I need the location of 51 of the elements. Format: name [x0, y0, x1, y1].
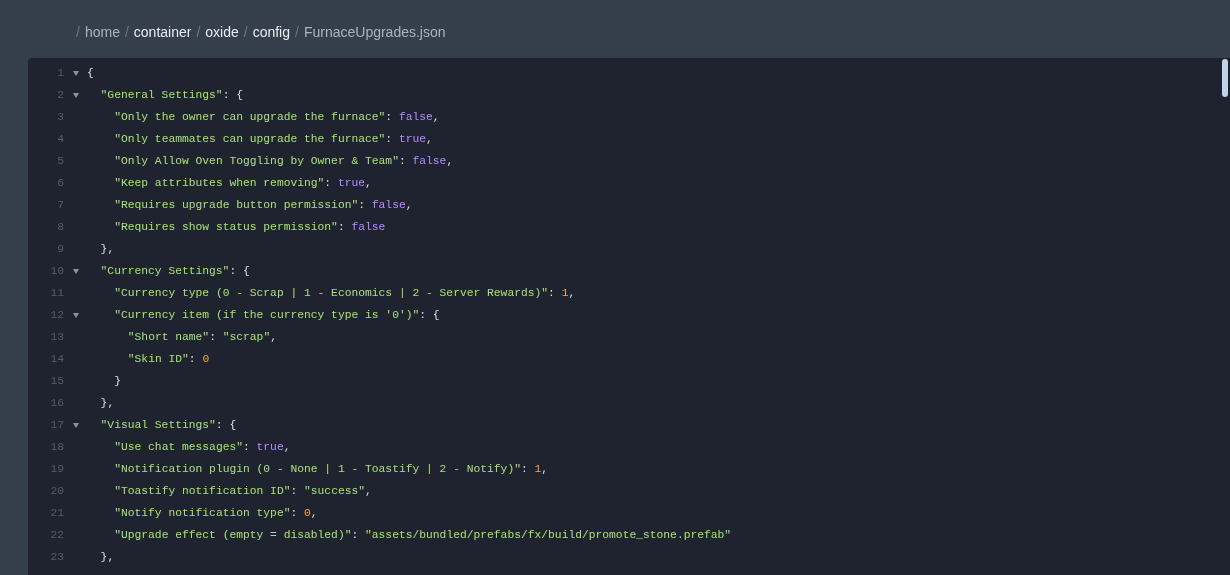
line-number: 10 [50, 263, 64, 279]
line-number: 7 [57, 197, 64, 213]
code-line: }, [100, 241, 115, 257]
line-number: 4 [57, 131, 64, 147]
path-separator: / [76, 22, 80, 42]
breadcrumb-text: home [84, 22, 120, 42]
code-line: "Upgrade effect (empty = disabled)": "assets/bundled/prefabs/fx/build/promote_stone.prefab" [114, 527, 732, 543]
breadcrumb-link[interactable]: oxide [205, 21, 239, 43]
code-line: "Only the owner can upgrade the furnace": false, [114, 109, 440, 125]
path-separator: / [196, 22, 201, 42]
line-number: 13 [50, 329, 64, 345]
path-separator: / [295, 22, 299, 42]
fold-arrow-icon[interactable] [72, 70, 79, 76]
code-line: }, [100, 395, 115, 411]
code-line: "Notify notification type": 0, [114, 505, 318, 521]
code-line: "Currency Settings": { [100, 263, 250, 279]
fold-arrow-icon[interactable] [72, 92, 79, 98]
code-line: { [87, 65, 94, 81]
path-separator: / [124, 22, 129, 42]
code-line: "Use chat messages": true, [114, 439, 291, 455]
fold-arrow-icon[interactable] [72, 312, 79, 318]
code-line: "Skin ID": 0 [127, 351, 210, 367]
code-line: "Currency item (if the currency type is '0')": { [114, 307, 440, 323]
code-line: "Toastify notification ID": "success", [114, 483, 372, 499]
line-number: 20 [50, 483, 64, 499]
line-number: 17 [50, 417, 64, 433]
fold-arrow-icon[interactable] [72, 422, 79, 428]
code-line: "Only teammates can upgrade the furnace": true, [114, 131, 433, 147]
line-number: 12 [50, 307, 64, 323]
code-line: } [114, 373, 121, 389]
code-line: "Keep attributes when removing": true, [114, 175, 372, 191]
line-number: 23 [50, 549, 64, 565]
code-line: "Visual Settings": { [100, 417, 237, 433]
code-line: }, [100, 549, 115, 565]
breadcrumb-link[interactable]: config [252, 21, 290, 43]
code-line: "Notification plugin (0 - None | 1 - Toastify | 2 - Notify)": 1, [114, 461, 549, 477]
code-line: "General Settings": { [100, 87, 243, 103]
code-line: "Short name": "scrap", [127, 329, 277, 345]
line-number: 2 [57, 87, 64, 103]
path-separator: / [243, 22, 248, 42]
line-number: 14 [50, 351, 64, 367]
line-number: 22 [50, 527, 64, 543]
scrollbar-thumb[interactable] [1222, 59, 1228, 97]
code-line: "Only Allow Oven Toggling by Owner & Team": false, [114, 153, 454, 169]
code-line: "Requires show status permission": false [114, 219, 386, 235]
code-line: "Requires upgrade button permission": false, [114, 197, 413, 213]
fold-arrow-icon[interactable] [72, 268, 79, 274]
breadcrumb-text: FurnaceUpgrades.json [303, 22, 446, 42]
code-line: "Currency type (0 - Scrap | 1 - Economics | 2 - Server Rewards)": 1, [114, 285, 576, 301]
breadcrumb-link[interactable]: container [133, 21, 192, 43]
line-number: 3 [57, 109, 64, 125]
